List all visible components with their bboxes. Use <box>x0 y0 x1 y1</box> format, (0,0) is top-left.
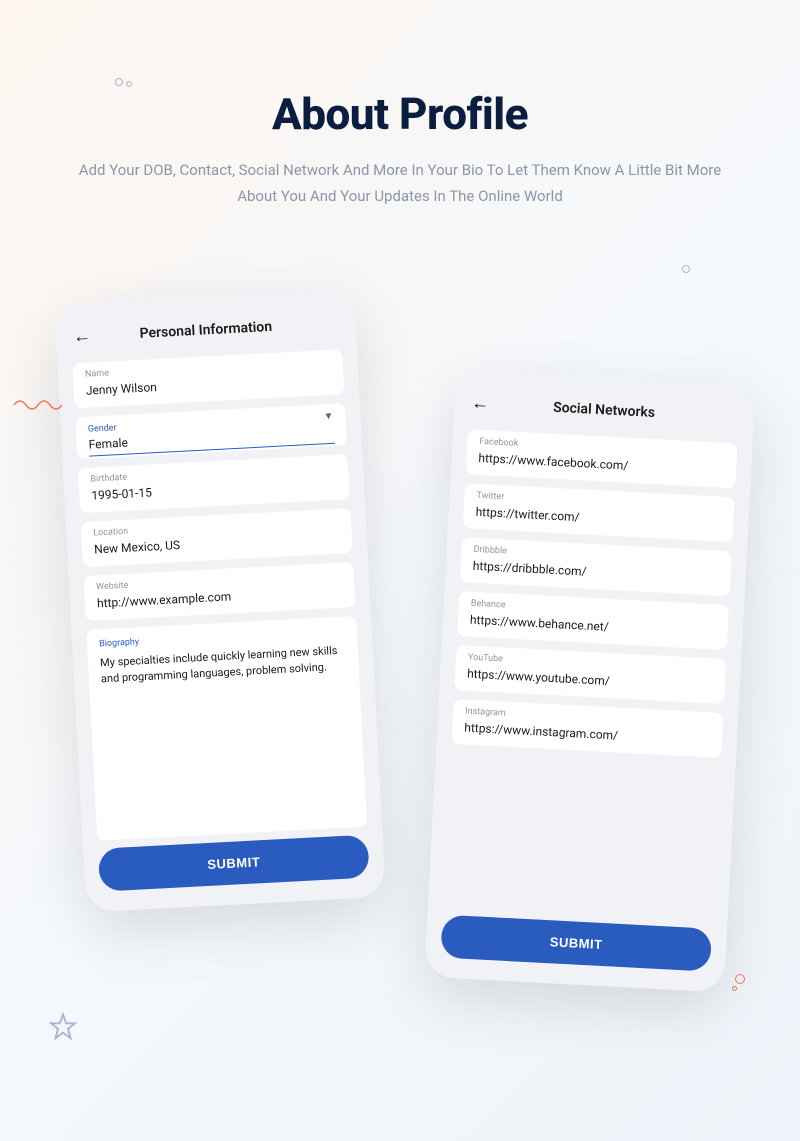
biography-field[interactable]: Biography My specialties include quickly… <box>86 616 367 841</box>
back-arrow-icon[interactable]: ← <box>471 392 496 414</box>
instagram-field[interactable]: Instagram <box>451 699 723 758</box>
decorative-circles-icon <box>735 974 745 991</box>
website-field[interactable]: Website <box>84 562 356 621</box>
behance-field[interactable]: Behance <box>457 591 729 650</box>
decorative-squiggle-icon <box>12 395 62 419</box>
page-subtitle: Add Your DOB, Contact, Social Network An… <box>0 158 800 209</box>
page-title: About Profile <box>0 88 800 140</box>
decorative-circles-icon <box>115 78 123 86</box>
gender-label: Gender <box>88 423 117 434</box>
dribbble-field[interactable]: Dribbble <box>460 537 732 596</box>
gender-field[interactable]: Gender ▼ Female <box>75 403 347 459</box>
facebook-field[interactable]: Facebook <box>466 429 738 488</box>
phone-personal-info: ← Personal Information Name Gender ▼ Fem… <box>54 288 386 913</box>
decorative-star-icon <box>48 1012 78 1046</box>
birthdate-field[interactable]: Birthdate <box>78 454 350 513</box>
phone-header: ← Social Networks <box>469 388 740 431</box>
page-header: About Profile Add Your DOB, Contact, Soc… <box>0 0 800 209</box>
phone-header: ← Personal Information <box>70 308 341 351</box>
back-arrow-icon[interactable]: ← <box>72 325 97 347</box>
phone-social-networks: ← Social Networks Facebook Twitter Dribb… <box>424 368 756 993</box>
screen-title: Personal Information <box>97 316 316 343</box>
chevron-down-icon[interactable]: ▼ <box>323 411 333 423</box>
submit-button[interactable]: SUBMIT <box>98 835 370 892</box>
youtube-field[interactable]: YouTube <box>454 645 726 704</box>
screen-title: Social Networks <box>495 396 714 423</box>
location-field[interactable]: Location <box>81 508 353 567</box>
name-field[interactable]: Name <box>72 349 344 408</box>
biography-input[interactable]: My specialties include quickly learning … <box>100 642 348 703</box>
twitter-field[interactable]: Twitter <box>463 483 735 542</box>
decorative-circle-icon <box>682 265 690 273</box>
